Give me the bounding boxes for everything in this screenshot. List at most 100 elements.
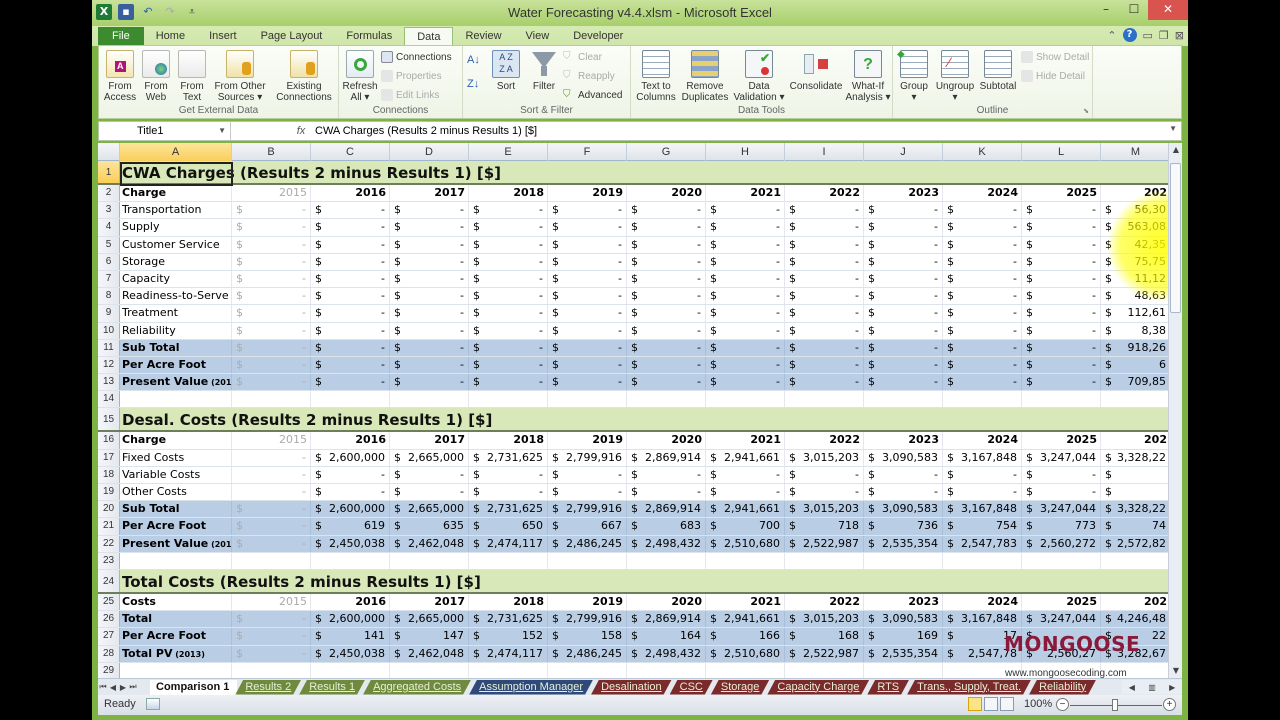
currency-cell[interactable]: $ - <box>311 202 390 219</box>
empty-cell[interactable] <box>469 662 548 678</box>
year-header[interactable]: 2022 <box>785 432 864 449</box>
row-header[interactable]: 22 <box>98 535 120 552</box>
sheet-tab-rts[interactable]: RTS <box>867 680 909 695</box>
currency-cell[interactable]: $3,247,044 <box>1022 611 1101 628</box>
currency-cell[interactable]: $ - <box>548 356 627 374</box>
currency-cell[interactable]: $918,26 <box>1101 340 1168 356</box>
year-header[interactable]: 2023 <box>864 432 943 449</box>
row-header[interactable]: 2 <box>98 185 120 202</box>
currency-cell[interactable]: $ - <box>864 374 943 391</box>
tab-insert[interactable]: Insert <box>197 27 249 46</box>
currency-cell[interactable]: $2,510,680 <box>706 535 785 552</box>
empty-cell[interactable] <box>232 662 311 678</box>
sort-a-z-button[interactable]: A↓ <box>467 54 480 66</box>
currency-cell[interactable]: $ - <box>232 270 311 288</box>
year-header[interactable]: 2021 <box>706 185 785 202</box>
sheet-tab-aggregated-costs[interactable]: Aggregated Costs <box>363 680 471 695</box>
currency-cell[interactable]: $ - <box>943 219 1022 236</box>
currency-cell[interactable]: $ - <box>864 236 943 253</box>
currency-cell[interactable]: $ - <box>706 219 785 236</box>
tab-review[interactable]: Review <box>453 27 513 46</box>
currency-cell[interactable]: $ - <box>864 219 943 236</box>
currency-cell[interactable]: $ - <box>785 339 864 356</box>
currency-cell[interactable]: $3,167,848 <box>943 611 1022 628</box>
currency-cell[interactable]: $ - <box>864 466 943 483</box>
row-label[interactable]: Fixed Costs <box>120 449 232 466</box>
tab-data[interactable]: Data <box>404 27 454 46</box>
currency-cell[interactable]: $2,665,000 <box>390 449 469 466</box>
column-header-k[interactable]: K <box>943 143 1022 161</box>
currency-cell[interactable]: $ - <box>627 356 706 374</box>
currency-cell[interactable]: $667 <box>548 518 627 535</box>
empty-cell[interactable] <box>311 662 390 678</box>
currency-cell[interactable]: $ - <box>864 356 943 374</box>
empty-cell[interactable] <box>120 552 232 569</box>
currency-cell[interactable]: $709,85 <box>1101 374 1168 390</box>
row-header[interactable]: 14 <box>98 391 120 408</box>
sheet-tab-capacity-charge[interactable]: Capacity Charge <box>767 680 869 695</box>
year-header[interactable]: 202 <box>1101 432 1168 448</box>
currency-cell[interactable]: $ - <box>943 236 1022 253</box>
currency-cell[interactable]: $2,486,245 <box>548 645 627 662</box>
empty-cell[interactable] <box>232 552 311 569</box>
sheet-tab-reliability[interactable]: Reliability <box>1029 680 1096 695</box>
empty-cell[interactable] <box>1022 552 1101 569</box>
currency-cell[interactable]: $ - <box>627 236 706 253</box>
currency-cell[interactable]: $3,328,22 <box>1101 501 1168 517</box>
year-header[interactable]: 2015 <box>232 432 311 449</box>
currency-cell[interactable]: $ - <box>390 305 469 322</box>
empty-cell[interactable] <box>120 662 232 678</box>
currency-cell[interactable]: $ - <box>864 322 943 339</box>
expand-formula-bar-icon[interactable]: ▼ <box>1169 124 1177 133</box>
column-header-c[interactable]: C <box>311 143 390 161</box>
currency-cell[interactable]: $ - <box>311 322 390 339</box>
currency-cell[interactable]: $ - <box>548 305 627 322</box>
help-icon[interactable]: ? <box>1122 28 1137 42</box>
hide-detail-button[interactable]: Hide Detail <box>1021 70 1085 82</box>
row-header[interactable]: 29 <box>98 662 120 678</box>
consolidate-button[interactable]: Consolidate <box>787 50 845 92</box>
zoom-slider-knob[interactable] <box>1112 699 1118 711</box>
spreadsheet-grid[interactable]: ABCDEFGHIJKLM 1 CWA Charges (Results 2 mi… <box>98 143 1168 678</box>
currency-cell[interactable]: $2,941,661 <box>706 501 785 518</box>
currency-cell[interactable]: $ - <box>311 219 390 236</box>
edit-links-button[interactable]: Edit Links <box>381 89 439 101</box>
currency-cell[interactable]: $ - <box>469 374 548 391</box>
currency-cell[interactable]: $2,462,048 <box>390 535 469 552</box>
row-header[interactable]: 8 <box>98 288 120 305</box>
currency-cell[interactable]: $ - <box>627 253 706 270</box>
currency-cell[interactable]: $4,246,48 <box>1101 611 1168 627</box>
currency-cell[interactable]: $ - <box>706 288 785 305</box>
year-header[interactable]: 2024 <box>943 593 1022 611</box>
from-access-button[interactable]: A From Access <box>101 50 139 103</box>
empty-cell[interactable] <box>864 662 943 678</box>
minimize-ribbon-icon[interactable]: ⌃ <box>1107 29 1116 42</box>
outline-dialog-launcher-icon[interactable]: ⬊ <box>1083 107 1089 115</box>
currency-cell[interactable]: $563,08 <box>1101 219 1168 235</box>
row-header[interactable]: 9 <box>98 305 120 322</box>
column-header-d[interactable]: D <box>390 143 469 161</box>
first-sheet-icon[interactable]: ⏮ <box>98 682 108 692</box>
empty-cell[interactable] <box>943 552 1022 569</box>
year-header[interactable]: 2015 <box>232 185 311 202</box>
empty-cell[interactable] <box>1101 553 1168 569</box>
zoom-out-icon[interactable]: − <box>1056 698 1069 711</box>
currency-cell[interactable]: $48,63 <box>1101 288 1168 304</box>
row-label[interactable]: Total <box>120 611 232 628</box>
name-box[interactable]: Title1 ▼ <box>99 122 231 140</box>
currency-cell[interactable]: $ - <box>1022 270 1101 288</box>
minimize-button[interactable]: – <box>1092 0 1120 20</box>
row-header[interactable]: 12 <box>98 356 120 374</box>
currency-cell[interactable]: $ - <box>706 484 785 501</box>
currency-cell[interactable]: $2,600,000 <box>311 611 390 628</box>
vertical-scrollbar[interactable]: ▲ ▼ <box>1168 143 1182 678</box>
reapply-button[interactable]: ⛉ Reapply <box>563 70 615 82</box>
currency-cell[interactable]: $ - <box>232 288 311 305</box>
currency-cell[interactable]: $ - <box>311 466 390 483</box>
sheet-tab-storage[interactable]: Storage <box>711 680 770 695</box>
empty-cell[interactable] <box>785 662 864 678</box>
empty-cell[interactable] <box>1022 391 1101 408</box>
currency-cell[interactable]: $718 <box>785 518 864 535</box>
currency-cell[interactable]: $2,486,245 <box>548 535 627 552</box>
currency-cell[interactable]: $ - <box>785 219 864 236</box>
